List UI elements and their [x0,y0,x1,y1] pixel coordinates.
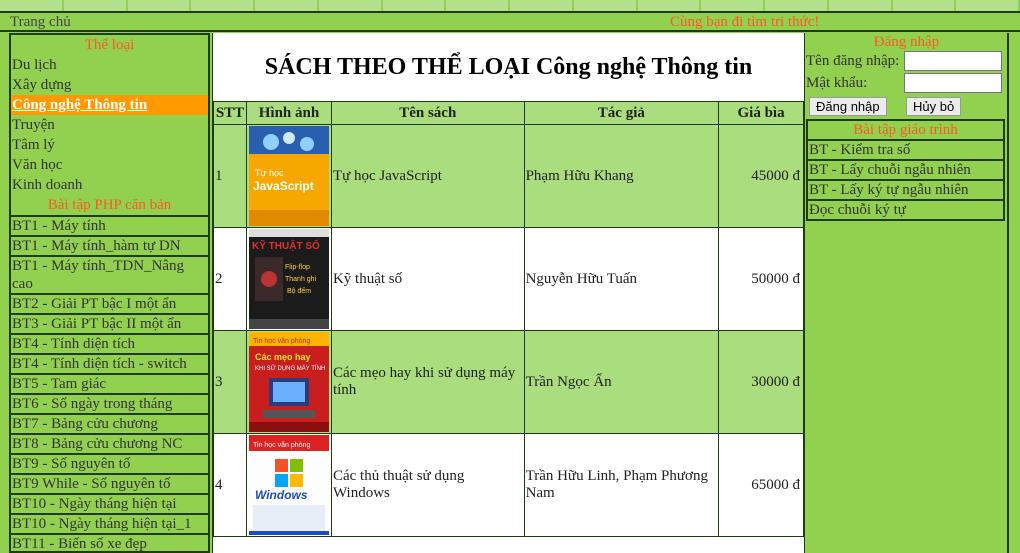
php-exercise-link[interactable]: BT9 - Số nguyên tố [11,453,208,473]
book-title: Các mẹo hay khi sử dụng máy tính [330,330,525,434]
book-cover-cell: Tin học văn phòng Windows [245,433,332,537]
book-stt: 3 [213,330,247,434]
top-nav-bar: Trang chủ Cùng bạn đi tìm tri thức! [0,13,1020,32]
book-author: Trần Hữu Linh, Phạm Phương Nam [523,433,720,537]
book-author: Trần Ngọc Ẩn [523,330,720,434]
books-table: STT Hình ảnh Tên sách Tác giả Giá bìa 1 [213,101,804,537]
table-row: 3 Tin học văn phòng Các mẹo hay KHI SỬ D… [213,330,804,434]
tutorial-title: Bài tập giáo trình [853,122,958,138]
php-exercise-link[interactable]: BT11 - Biến số xe đẹp [11,533,208,551]
svg-text:Flip-flop: Flip-flop [285,264,310,271]
php-exercises-title: Bài tập PHP căn bản [47,197,172,213]
book-cover-tips[interactable]: Tin học văn phòng Các mẹo hay KHI SỬ DỤN… [248,332,329,432]
tutorial-link[interactable]: BT - Kiểm tra số [808,139,1003,159]
tutorial-link[interactable]: Đọc chuỗi ký tự [808,199,1003,219]
book-title: Kỹ thuật số [330,227,525,331]
book-stt: 4 [213,433,247,537]
cover-text: KỸ THUẬT SỐ [252,238,320,252]
svg-text:Các mẹo hay: Các mẹo hay [255,352,311,362]
php-exercise-link[interactable]: BT6 - Số ngày trong tháng [11,393,208,413]
column-header-title: Tên sách [330,101,525,125]
tutorial-exercises: Bài tập giáo trình BT - Kiểm tra số BT - … [806,119,1005,221]
username-label: Tên đăng nhập: [806,53,900,69]
book-cover-cell: Tự học JavaScript [245,124,332,228]
home-link[interactable]: Trang chủ [10,14,71,31]
categories-title: Thể loại [84,37,135,53]
main-content: SÁCH THEO THỂ LOẠI Công nghệ Thông tin S… [212,33,805,553]
book-cover-cell: Tin học văn phòng Các mẹo hay KHI SỬ DỤN… [245,330,332,434]
table-row: 2 KỸ THUẬT SỐ Flip-flop Thanh ghi Bộ đếm [213,227,804,331]
cover-text: Tin học văn phòng [253,338,310,345]
book-price: 45000 đ [718,124,804,228]
tutorial-link[interactable]: BT - Lấy ký tự ngẫu nhiên [808,179,1003,199]
table-header-row: STT Hình ảnh Tên sách Tác giả Giá bìa [213,101,804,125]
php-exercise-link[interactable]: BT9 While - Số nguyên tố [11,473,208,493]
php-exercise-link[interactable]: BT10 - Ngày tháng hiện tại_1 [11,513,208,533]
book-price: 65000 đ [718,433,804,537]
book-author: Nguyễn Hữu Tuấn [523,227,720,331]
password-label: Mật khẩu: [806,75,868,91]
php-exercise-link[interactable]: BT3 - Giải PT bậc II một ẩn [11,313,208,333]
category-link[interactable]: Tâm lý [11,135,208,155]
username-input[interactable] [904,51,1002,71]
book-cover-digital[interactable]: KỸ THUẬT SỐ Flip-flop Thanh ghi Bộ đếm [248,229,329,329]
column-header-stt: STT [213,101,247,125]
column-header-image: Hình ảnh [245,101,332,125]
tutorial-link[interactable]: BT - Lấy chuỗi ngẫu nhiên [808,159,1003,179]
php-exercises-list: BT1 - Máy tính BT1 - Máy tính_hàm tự DN BT… [11,215,208,551]
php-exercise-link[interactable]: BT1 - Máy tính [11,215,208,235]
php-exercise-link[interactable]: BT10 - Ngày tháng hiện tại [11,493,208,513]
login-form: Đăng nhập Tên đăng nhập: Mật khẩu: Đăng … [806,33,1007,119]
table-row: 1 Tự học JavaScript Tự học JavaScript Ph… [213,124,804,228]
cover-text: Tự học [255,168,284,178]
php-exercise-link[interactable]: BT4 - Tính diện tích [11,333,208,353]
table-row: 4 Tin học văn phòng Windows Các thủ thuậ… [213,433,804,537]
slogan-text: Cùng bạn đi tìm tri thức! [670,14,820,30]
book-author: Phạm Hữu Khang [523,124,720,228]
category-link[interactable]: Du lịch [11,55,208,75]
login-button[interactable]: Đăng nhập [809,97,887,116]
php-exercise-link[interactable]: BT5 - Tam giác [11,373,208,393]
password-input[interactable] [904,73,1002,93]
php-exercise-link[interactable]: BT1 - Máy tính_TDN_Nâng cao [11,255,208,293]
column-header-price: Giá bìa [718,101,804,125]
category-link[interactable]: Công nghệ Thông tin [11,95,208,115]
book-cover-cell: KỸ THUẬT SỐ Flip-flop Thanh ghi Bộ đếm [245,227,332,331]
top-decor-strip [0,0,1020,13]
category-link[interactable]: Văn học [11,155,208,175]
php-exercise-link[interactable]: BT7 - Bảng cửu chương [11,413,208,433]
book-price: 50000 đ [718,227,804,331]
cancel-button[interactable]: Hủy bỏ [906,97,962,116]
cover-text: Tin học văn phòng [253,442,310,449]
book-cover-windows[interactable]: Tin học văn phòng Windows [248,435,329,535]
tutorial-list: BT - Kiểm tra số BT - Lấy chuỗi ngẫu nhiê… [808,139,1003,219]
svg-text:Thanh ghi: Thanh ghi [285,276,317,283]
right-sidebar: Đăng nhập Tên đăng nhập: Mật khẩu: Đăng … [806,33,1007,553]
svg-text:KHI SỬ DỤNG MÁY TÍNH: KHI SỬ DỤNG MÁY TÍNH [255,365,325,372]
php-exercise-link[interactable]: BT1 - Máy tính_hàm tự DN [11,235,208,255]
cover-text: Windows [255,488,308,502]
svg-text:Bộ đếm: Bộ đếm [287,286,311,295]
book-stt: 2 [213,227,247,331]
book-title: Tự học JavaScript [330,124,525,228]
right-edge-divider [1007,33,1009,553]
book-title: Các thủ thuật sử dụng Windows [330,433,525,537]
php-exercise-link[interactable]: BT2 - Giải PT bậc I một ẩn [11,293,208,313]
category-link[interactable]: Truyện [11,115,208,135]
category-link[interactable]: Kinh doanh [11,175,208,195]
category-link[interactable]: Xây dựng [11,75,208,95]
php-exercise-link[interactable]: BT8 - Bảng cửu chương NC [11,433,208,453]
page-title: SÁCH THEO THỂ LOẠI Công nghệ Thông tin [264,54,753,80]
book-stt: 1 [213,124,247,228]
left-sidebar: Thể loại Du lịch Xây dựng Công nghệ Thông … [9,33,210,553]
book-cover-javascript[interactable]: Tự học JavaScript [248,126,329,226]
login-title: Đăng nhập [873,34,940,50]
book-price: 30000 đ [718,330,804,434]
cover-text: JavaScript [253,179,314,193]
categories-list: Du lịch Xây dựng Công nghệ Thông tin Truyện… [11,55,208,195]
php-exercise-link[interactable]: BT4 - Tính diện tích - switch [11,353,208,373]
column-header-author: Tác giả [523,101,720,125]
